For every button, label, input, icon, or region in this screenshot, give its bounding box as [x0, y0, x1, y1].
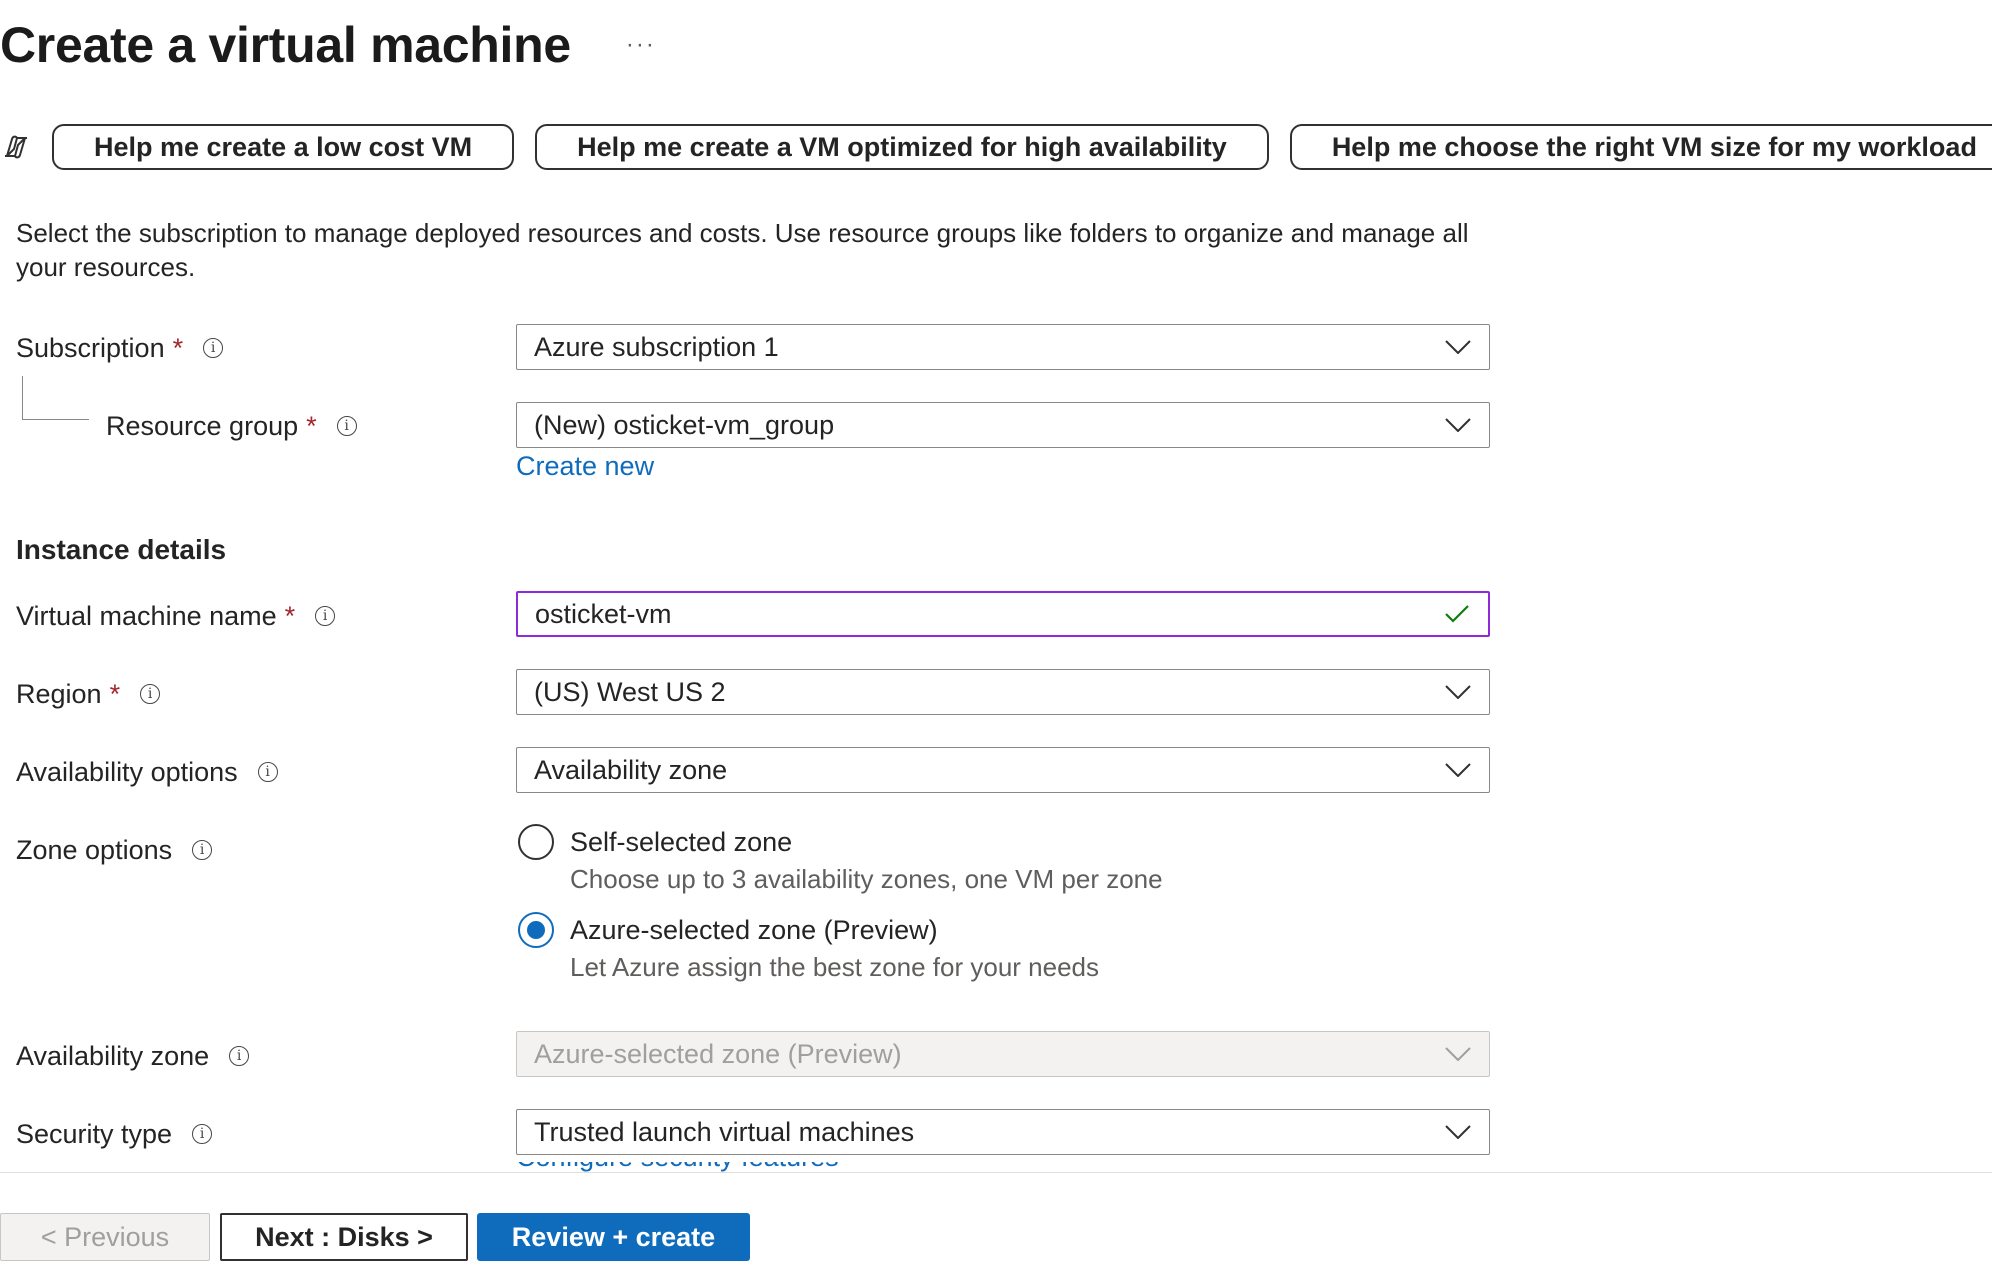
- radio-button[interactable]: [518, 824, 554, 860]
- chevron-down-icon: [1444, 1046, 1472, 1062]
- title-row: Create a virtual machine ···: [0, 10, 656, 80]
- radio-text: Azure-selected zone (Preview) Let Azure …: [570, 912, 1099, 985]
- more-options-icon[interactable]: ···: [626, 33, 656, 57]
- chevron-down-icon: [1444, 762, 1472, 778]
- info-icon[interactable]: i: [229, 1046, 250, 1066]
- tree-connector: [22, 376, 89, 420]
- availability-options-value: Availability zone: [534, 754, 728, 785]
- radio-dot: [527, 921, 545, 939]
- info-icon[interactable]: i: [192, 840, 213, 860]
- resource-group-dropdown[interactable]: (New) osticket-vm_group: [516, 402, 1490, 448]
- wizard-footer: < Previous Next : Disks > Review + creat…: [0, 1172, 1992, 1279]
- review-create-button[interactable]: Review + create: [477, 1213, 750, 1261]
- security-type-dropdown[interactable]: Trusted launch virtual machines: [516, 1109, 1490, 1155]
- instance-details-heading: Instance details: [16, 534, 227, 565]
- security-type-label-row: Security type i: [16, 1116, 213, 1152]
- vm-name-value: osticket-vm: [535, 598, 672, 629]
- info-icon[interactable]: i: [203, 338, 224, 358]
- project-description: Select the subscription to manage deploy…: [16, 218, 1469, 282]
- subscription-label: Subscription: [16, 332, 165, 363]
- configure-security-features-link[interactable]: Configure security features: [516, 1162, 839, 1172]
- required-marker: *: [109, 678, 121, 709]
- region-dropdown[interactable]: (US) West US 2: [516, 669, 1490, 715]
- radio-label: Self-selected zone: [570, 827, 793, 857]
- subscription-value: Azure subscription 1: [534, 331, 779, 362]
- checkmark-icon: [1443, 605, 1471, 623]
- zone-option-self-selected[interactable]: Self-selected zone Choose up to 3 availa…: [518, 824, 1163, 897]
- vm-name-label-row: Virtual machine name * i: [16, 598, 336, 634]
- copilot-vm-size-button[interactable]: Help me choose the right VM size for my …: [1289, 124, 1992, 170]
- page-title: Create a virtual machine: [0, 17, 571, 73]
- subscription-dropdown[interactable]: Azure subscription 1: [516, 324, 1490, 370]
- radio-button-selected[interactable]: [518, 912, 554, 948]
- vm-name-label: Virtual machine name: [16, 600, 277, 631]
- zone-option-azure-selected[interactable]: Azure-selected zone (Preview) Let Azure …: [518, 912, 1099, 985]
- radio-text: Self-selected zone Choose up to 3 availa…: [570, 824, 1163, 897]
- availability-zone-label: Availability zone: [16, 1040, 210, 1071]
- required-marker: *: [284, 600, 296, 631]
- subscription-label-row: Subscription * i: [16, 330, 224, 366]
- next-disks-button[interactable]: Next : Disks >: [220, 1213, 468, 1261]
- security-type-value: Trusted launch virtual machines: [534, 1116, 915, 1147]
- required-marker: *: [172, 332, 184, 363]
- create-new-resource-group-link[interactable]: Create new: [516, 451, 654, 482]
- chevron-down-icon: [1444, 1124, 1472, 1140]
- availability-zone-dropdown: Azure-selected zone (Preview): [516, 1031, 1490, 1077]
- copilot-high-availability-button[interactable]: Help me create a VM optimized for high a…: [535, 124, 1269, 170]
- security-type-label: Security type: [16, 1118, 173, 1149]
- configure-security-features-text: Configure security features: [516, 1162, 839, 1172]
- zone-options-label: Zone options: [16, 834, 173, 865]
- chevron-down-icon: [1444, 417, 1472, 433]
- availability-options-label-row: Availability options i: [16, 754, 278, 790]
- info-icon[interactable]: i: [315, 606, 336, 626]
- radio-description: Let Azure assign the best zone for your …: [570, 952, 1100, 982]
- radio-description: Choose up to 3 availability zones, one V…: [570, 864, 1163, 894]
- availability-zone-label-row: Availability zone i: [16, 1038, 250, 1074]
- copilot-icon: [0, 131, 32, 163]
- chevron-down-icon: [1444, 684, 1472, 700]
- vm-name-input[interactable]: osticket-vm: [516, 591, 1490, 637]
- info-icon[interactable]: i: [257, 762, 278, 782]
- radio-label: Azure-selected zone (Preview): [570, 915, 938, 945]
- info-icon[interactable]: i: [192, 1124, 213, 1144]
- required-marker: *: [306, 410, 317, 441]
- zone-options-label-row: Zone options i: [16, 832, 213, 868]
- availability-options-dropdown[interactable]: Availability zone: [516, 747, 1490, 793]
- resource-group-label: Resource group: [106, 410, 299, 441]
- region-value: (US) West US 2: [534, 676, 726, 707]
- availability-zone-value: Azure-selected zone (Preview): [534, 1038, 902, 1069]
- info-icon[interactable]: i: [140, 684, 161, 704]
- info-icon[interactable]: i: [336, 416, 357, 436]
- copilot-suggestions: Help me create a low cost VM Help me cre…: [0, 124, 1992, 170]
- region-label: Region: [16, 678, 102, 709]
- previous-button[interactable]: < Previous: [0, 1213, 210, 1261]
- resource-group-label-row: Resource group * i: [106, 408, 357, 444]
- availability-options-label: Availability options: [16, 756, 238, 787]
- resource-group-value: (New) osticket-vm_group: [534, 409, 835, 440]
- region-label-row: Region * i: [16, 676, 161, 712]
- chevron-down-icon: [1444, 339, 1472, 355]
- copilot-low-cost-button[interactable]: Help me create a low cost VM: [52, 124, 515, 170]
